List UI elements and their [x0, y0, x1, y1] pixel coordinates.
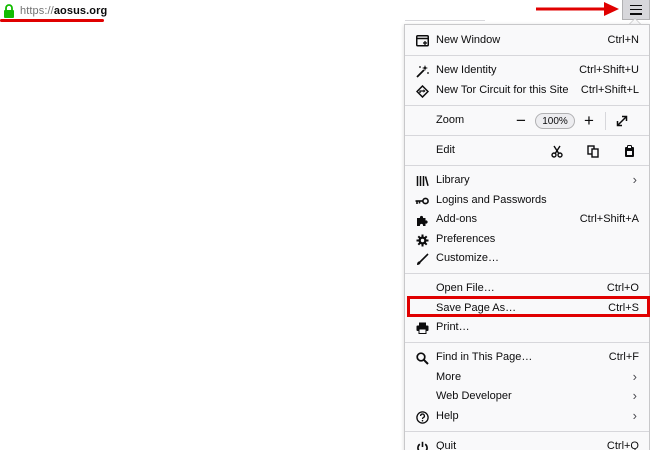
menu-item-label: Library — [436, 174, 470, 186]
lock-icon — [4, 4, 14, 18]
app-menu-panel: New Window Ctrl+N New Identity Ctrl+Shif… — [404, 24, 650, 450]
menu-separator — [405, 342, 649, 343]
new-identity-icon — [415, 64, 429, 78]
menu-item-label: More — [436, 371, 462, 383]
menu-item-logins-passwords[interactable]: Logins and Passwords — [405, 191, 649, 210]
menu-item-library[interactable]: Library › — [405, 171, 649, 190]
menu-item-shortcut: Ctrl+Shift+A — [579, 213, 639, 225]
key-icon — [415, 194, 429, 208]
cut-button[interactable] — [549, 143, 565, 159]
clipboard-icon — [624, 144, 634, 157]
zoom-in-button[interactable]: + — [581, 111, 597, 130]
zoom-controls: − 100% + — [513, 111, 630, 130]
paste-button[interactable] — [621, 143, 637, 159]
menu-item-label: Logins and Passwords — [436, 194, 547, 206]
menu-item-help[interactable]: Help › — [405, 407, 649, 426]
arrow-annotation-icon — [536, 2, 619, 16]
menu-item-quit[interactable]: Quit Ctrl+Q — [405, 437, 649, 450]
new-window-icon — [415, 34, 429, 48]
menu-separator — [405, 135, 649, 136]
menu-item-new-tor-circuit[interactable]: New Tor Circuit for this Site Ctrl+Shift… — [405, 81, 649, 100]
save-page-highlight-annotation — [407, 296, 650, 317]
hamburger-menu-icon — [630, 4, 642, 15]
menu-item-label: Quit — [436, 440, 457, 450]
menu-item-edit: Edit — [405, 141, 649, 160]
puzzle-icon — [415, 213, 429, 227]
copy-button[interactable] — [585, 143, 601, 159]
tor-circuit-icon — [415, 84, 429, 98]
menu-item-label: Web Developer — [436, 390, 512, 402]
copy-icon — [587, 144, 599, 158]
menu-item-web-developer[interactable]: Web Developer › — [405, 387, 649, 406]
menu-separator — [405, 55, 649, 56]
paintbrush-icon — [415, 252, 429, 266]
menu-item-label: Zoom — [436, 114, 465, 126]
zoom-out-button[interactable]: − — [513, 111, 529, 130]
menu-item-label: New Window — [436, 34, 501, 46]
menu-item-shortcut: Ctrl+Shift+U — [579, 64, 639, 76]
menu-item-label: Preferences — [436, 233, 496, 245]
menu-item-shortcut: Ctrl+O — [606, 282, 639, 294]
power-icon — [415, 440, 429, 450]
menu-item-zoom: Zoom − 100% + — [405, 111, 649, 130]
zoom-divider — [605, 112, 606, 130]
menu-item-label: New Identity — [436, 64, 497, 76]
printer-icon — [415, 321, 429, 335]
menu-separator — [405, 273, 649, 274]
fullscreen-button[interactable] — [614, 113, 630, 129]
chevron-right-icon: › — [632, 369, 637, 384]
chevron-right-icon: › — [632, 408, 637, 423]
menu-item-more[interactable]: More › — [405, 368, 649, 387]
library-icon — [415, 174, 429, 188]
menu-item-print[interactable]: Print… — [405, 318, 649, 337]
menu-item-new-window[interactable]: New Window Ctrl+N — [405, 31, 649, 50]
menu-separator — [405, 431, 649, 432]
chevron-right-icon: › — [632, 172, 637, 187]
url-underline-annotation — [0, 19, 104, 22]
menu-separator — [405, 165, 649, 166]
menu-item-shortcut: Ctrl+N — [607, 34, 639, 46]
url-scheme: https:// — [20, 5, 54, 17]
menu-item-preferences[interactable]: Preferences — [405, 230, 649, 249]
edit-controls — [549, 143, 637, 159]
menu-item-shortcut: Ctrl+Shift+L — [580, 84, 639, 96]
menu-item-label: Customize… — [436, 252, 499, 264]
urlbar-edge — [405, 20, 485, 21]
open-menu-button[interactable] — [622, 0, 650, 20]
menu-item-label: Edit — [436, 144, 455, 156]
menu-item-shortcut: Ctrl+F — [608, 351, 639, 363]
url-text[interactable]: https://aosus.org — [20, 5, 107, 17]
menu-separator — [405, 105, 649, 106]
zoom-reset-button[interactable]: 100% — [535, 113, 575, 129]
menu-item-customize[interactable]: Customize… — [405, 249, 649, 268]
help-icon — [415, 410, 429, 424]
menu-item-label: Help — [436, 410, 459, 422]
menu-item-label: Open File… — [436, 282, 495, 294]
menu-item-label: Add-ons — [436, 213, 477, 225]
menu-item-find-in-page[interactable]: Find in This Page… Ctrl+F — [405, 348, 649, 367]
menu-item-new-identity[interactable]: New Identity Ctrl+Shift+U — [405, 61, 649, 80]
url-host: aosus.org — [53, 5, 108, 17]
menu-item-addons[interactable]: Add-ons Ctrl+Shift+A — [405, 210, 649, 229]
scissors-icon — [551, 145, 563, 158]
chevron-right-icon: › — [632, 388, 637, 403]
menu-item-shortcut: Ctrl+Q — [606, 440, 639, 450]
gear-icon — [415, 233, 429, 247]
menu-item-label: Find in This Page… — [436, 351, 533, 363]
menu-item-label: New Tor Circuit for this Site — [436, 84, 569, 96]
search-icon — [415, 351, 429, 365]
menu-item-label: Print… — [436, 321, 470, 333]
fullscreen-icon — [616, 115, 628, 127]
